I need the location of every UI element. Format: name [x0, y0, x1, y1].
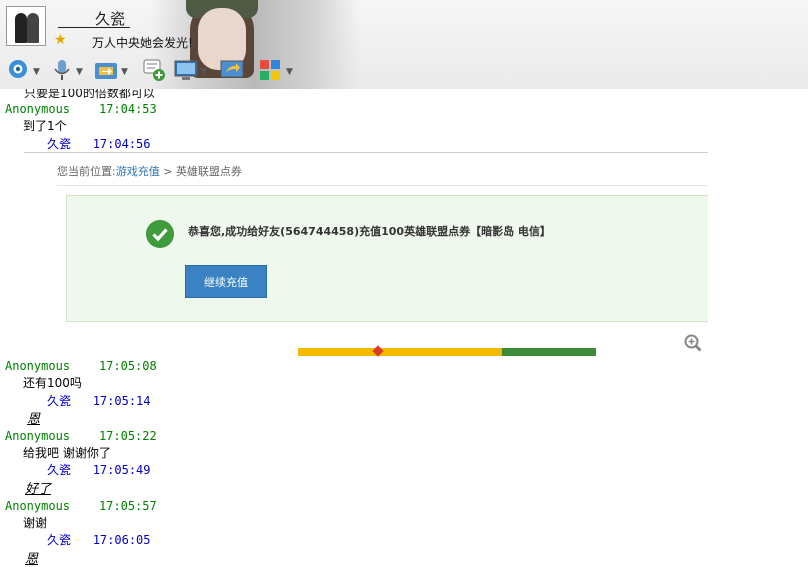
sender-name: Anonymous: [5, 429, 71, 443]
screenshot-border: [24, 152, 708, 153]
share-screen-icon[interactable]: [220, 58, 244, 82]
divider: [57, 185, 708, 186]
message-sender: 久瓷 17:04:56: [47, 135, 151, 152]
message-time: 17:05:08: [98, 359, 157, 373]
contact-name[interactable]: 久瓷: [95, 8, 125, 29]
chevron-down-icon[interactable]: ▼: [121, 67, 128, 77]
message-time: 17:05:14: [92, 394, 151, 408]
message-time: 17:05:57: [98, 499, 157, 513]
sender-name: Anonymous: [5, 359, 71, 373]
breadcrumb-link[interactable]: 游戏充值: [116, 165, 160, 178]
shared-screenshot-image[interactable]: 您当前位置:游戏充值 > 英雄联盟点券 恭喜您,成功给好友(564744458)…: [24, 152, 708, 357]
continue-recharge-button[interactable]: 继续充值: [185, 265, 267, 298]
chevron-down-icon[interactable]: ▼: [286, 67, 293, 77]
message-time: 17:05:49: [92, 463, 151, 477]
message-sender: Anonymous 17:05:08: [5, 359, 157, 373]
color-progress-strip: [298, 345, 596, 357]
zoom-in-icon[interactable]: [684, 334, 702, 352]
message-text: 恩: [27, 412, 41, 427]
contact-signature: 万人中央她会发光!: [92, 36, 193, 50]
message-time: 17:05:22: [98, 429, 157, 443]
breadcrumb-separator: >: [159, 165, 176, 178]
chat-window-header: 久瓷 ★ 万人中央她会发光! ▼ ▼ ▼ ▼ ▼: [0, 0, 808, 89]
message-text: 恩: [25, 552, 39, 567]
contact-avatar[interactable]: [6, 6, 46, 46]
sender-name: 久瓷: [47, 137, 72, 151]
message-sender: 久瓷 17:06:05: [47, 531, 151, 548]
sender-name: Anonymous: [5, 102, 71, 116]
video-call-icon[interactable]: [6, 58, 30, 82]
vip-star-icon[interactable]: ★: [54, 32, 67, 48]
breadcrumb-current: 英雄联盟点券: [175, 165, 242, 178]
strip-segment-green: [502, 348, 596, 356]
add-chat-icon[interactable]: [142, 58, 166, 82]
message-text: 到了1个: [23, 119, 67, 133]
sender-name: 久瓷: [47, 533, 72, 547]
voice-call-icon[interactable]: [50, 58, 74, 82]
success-message: 恭喜您,成功给好友(564744458)充值100英雄联盟点券【暗影岛 电信】: [188, 225, 551, 238]
checkmark-icon: [146, 220, 174, 248]
message-text: 谢谢: [23, 516, 48, 530]
message-time: 17:06:05: [92, 533, 151, 547]
message-text: 给我吧 谢谢你了: [23, 446, 111, 460]
message-sender: Anonymous 17:05:22: [5, 429, 157, 443]
message-sender: 久瓷 17:05:49: [47, 461, 151, 478]
success-panel: 恭喜您,成功给好友(564744458)充值100英雄联盟点券【暗影岛 电信】 …: [66, 195, 708, 322]
avatar-figure: [27, 13, 39, 43]
message-sender: 久瓷 17:05:14: [47, 392, 151, 409]
message-text: 还有100吗: [23, 376, 82, 390]
message-text: 好了: [25, 482, 52, 497]
chevron-down-icon[interactable]: ▼: [200, 67, 207, 77]
message-sender: Anonymous 17:04:53: [5, 102, 157, 116]
sender-name: 久瓷: [47, 394, 72, 408]
message-time: 17:04:53: [98, 102, 157, 116]
file-transfer-icon[interactable]: [94, 58, 118, 82]
strip-segment-yellow: [298, 348, 502, 356]
message-time: 17:04:56: [92, 137, 151, 151]
sender-name: Anonymous: [5, 499, 71, 513]
message-sender: Anonymous 17:05:57: [5, 499, 157, 513]
apps-icon[interactable]: [258, 58, 282, 82]
remote-desktop-icon[interactable]: [174, 58, 198, 82]
chevron-down-icon[interactable]: ▼: [76, 67, 83, 77]
sender-name: 久瓷: [47, 463, 72, 477]
chevron-down-icon[interactable]: ▼: [33, 67, 40, 77]
breadcrumb: 您当前位置:游戏充值 > 英雄联盟点券: [57, 163, 242, 179]
breadcrumb-prefix: 您当前位置:: [57, 165, 116, 178]
avatar-figure: [15, 13, 27, 43]
